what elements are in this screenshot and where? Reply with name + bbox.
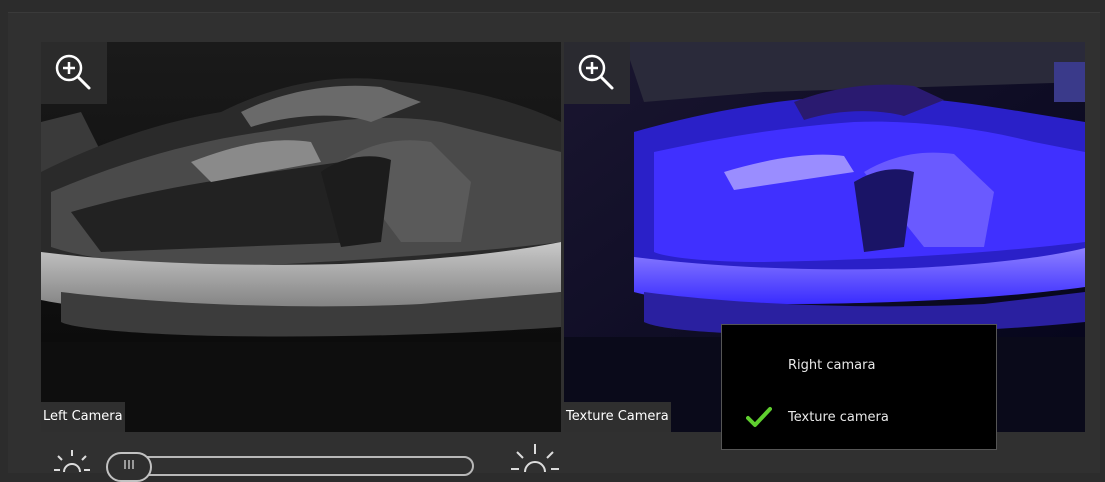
grip-icon — [124, 459, 134, 469]
left-camera-image — [41, 42, 561, 432]
brightness-control — [40, 440, 580, 482]
checkmark-icon — [730, 405, 788, 429]
brightness-slider-thumb[interactable] — [106, 452, 152, 482]
menu-item-label: Texture camera — [788, 409, 889, 425]
left-camera-view[interactable]: Left Camera — [41, 42, 561, 432]
empty-check-slot — [730, 353, 788, 377]
camera-select-menu: Right camara Texture camera — [721, 324, 997, 450]
texture-zoom-button[interactable] — [564, 42, 630, 104]
menu-item-label: Right camara — [788, 357, 876, 373]
left-zoom-button[interactable] — [41, 42, 107, 104]
menu-item-texture-camera[interactable]: Texture camera — [722, 397, 996, 437]
brightness-slider-track[interactable] — [108, 456, 474, 476]
zoom-in-icon — [578, 54, 614, 90]
sun-low-icon — [54, 450, 90, 473]
texture-camera-label: Texture Camera — [564, 402, 671, 432]
sun-high-icon — [511, 444, 559, 473]
left-camera-label: Left Camera — [41, 402, 125, 432]
menu-item-right-camera[interactable]: Right camara — [722, 345, 996, 385]
zoom-in-icon — [55, 54, 91, 90]
